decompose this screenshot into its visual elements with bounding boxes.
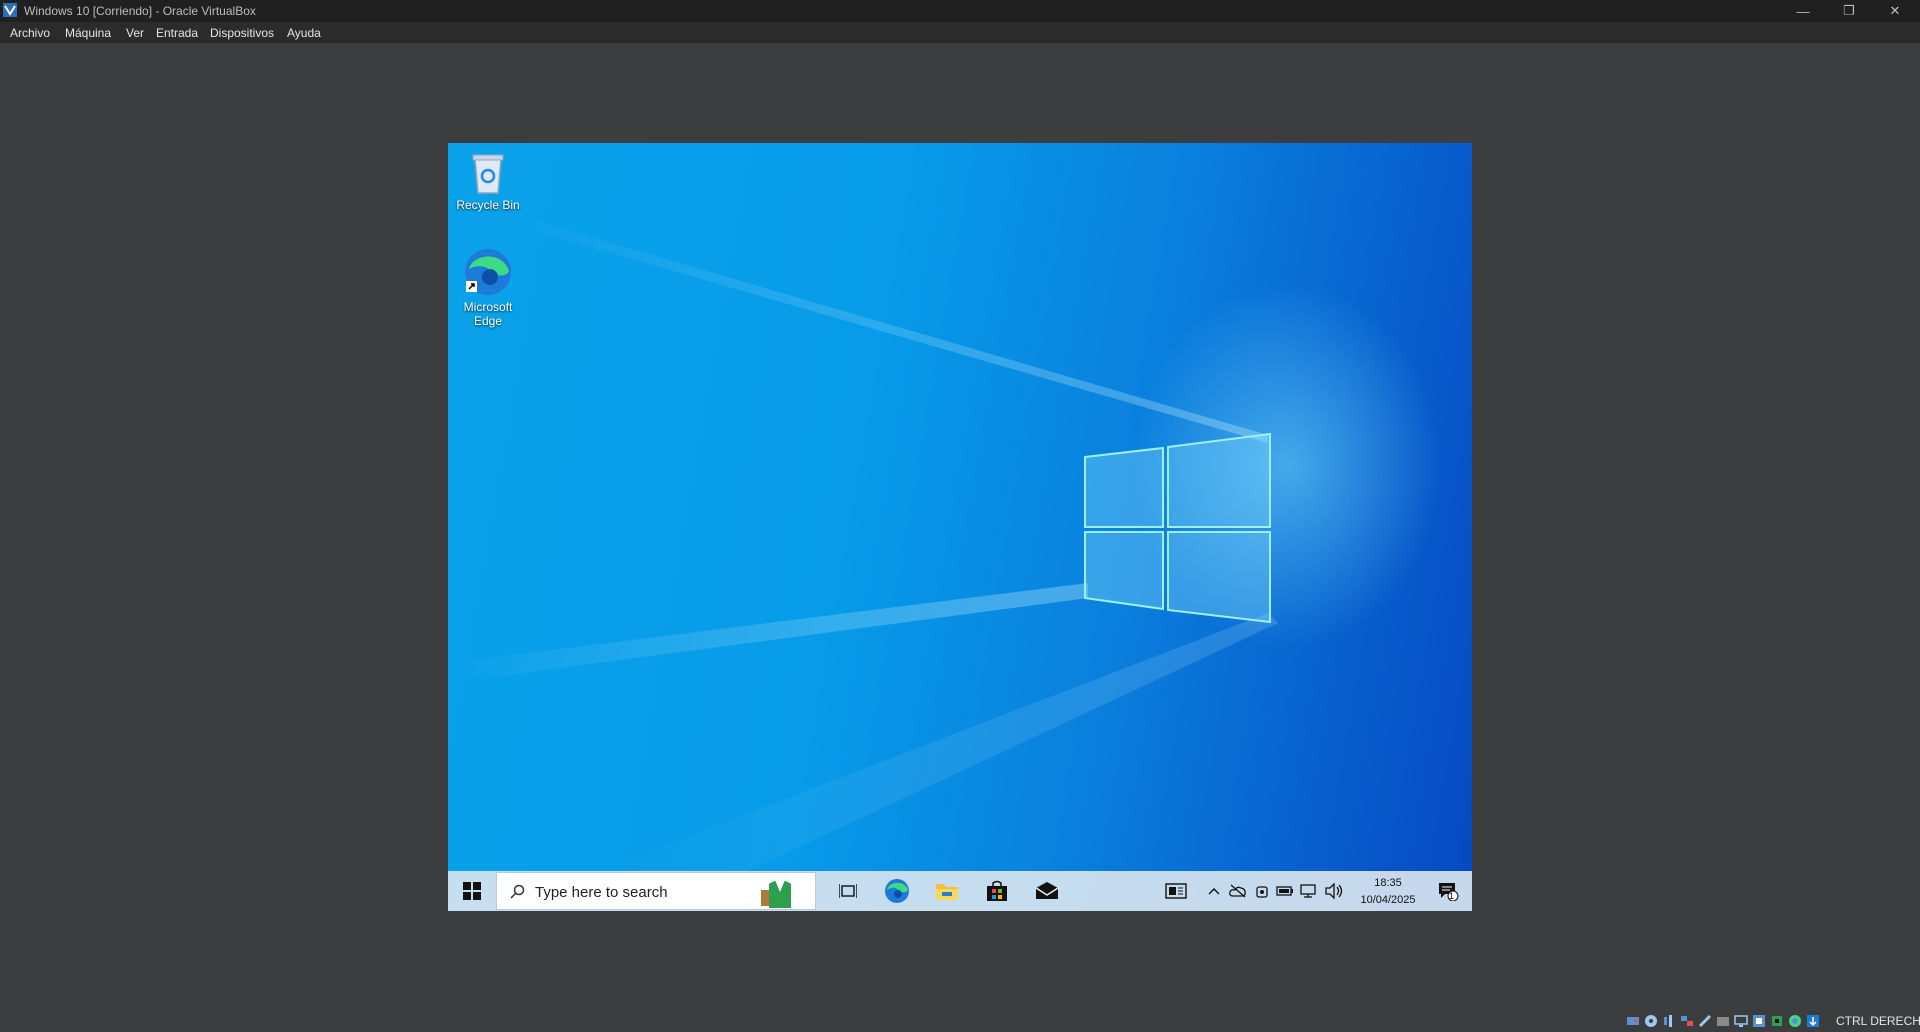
store-icon — [987, 880, 1007, 901]
taskbar-store-button[interactable] — [974, 871, 1020, 911]
audio-icon[interactable] — [1662, 1014, 1676, 1028]
menu-entrada[interactable]: Entrada — [156, 26, 198, 40]
menu-maquina[interactable]: Máquina — [65, 26, 111, 40]
search-input[interactable]: Type here to search — [496, 872, 816, 910]
edge-label-line1: Microsoft — [463, 300, 513, 314]
volume-icon — [1325, 883, 1343, 899]
menu-ver[interactable]: Ver — [126, 26, 144, 40]
notification-icon — [1439, 883, 1459, 901]
guest-additions-icon[interactable] — [1788, 1014, 1802, 1028]
maximize-button[interactable]: ❐ — [1826, 0, 1872, 22]
virtualbox-icon — [3, 3, 17, 17]
show-hidden-icons-button[interactable] — [1204, 871, 1224, 911]
network-adapter-icon[interactable] — [1680, 1014, 1694, 1028]
edge-icon — [465, 249, 511, 295]
news-icon — [1165, 883, 1187, 899]
desktop-icon-edge[interactable]: Microsoft Edge — [448, 247, 528, 328]
network-button[interactable] — [1298, 871, 1320, 911]
usb-icon[interactable] — [1698, 1014, 1712, 1028]
cpu-icon[interactable] — [1770, 1014, 1784, 1028]
meet-now-icon — [1256, 886, 1268, 898]
menu-archivo[interactable]: Archivo — [10, 26, 50, 40]
wallpaper — [448, 213, 1278, 871]
volume-button[interactable] — [1322, 871, 1346, 911]
title-bar: Windows 10 [Corriendo] - Oracle VirtualB… — [0, 0, 1920, 22]
shared-folders-icon[interactable] — [1716, 1014, 1730, 1028]
task-view-button[interactable] — [826, 871, 870, 911]
recycle-bin-icon — [472, 154, 504, 194]
news-button[interactable] — [1158, 871, 1194, 911]
close-button[interactable]: ✕ — [1872, 0, 1918, 22]
edge-icon — [885, 879, 909, 903]
optical-drive-icon[interactable] — [1644, 1014, 1658, 1028]
menu-ayuda[interactable]: Ayuda — [287, 26, 321, 40]
taskbar-file-explorer-button[interactable] — [924, 871, 970, 911]
task-view-icon — [839, 884, 857, 898]
start-button[interactable] — [448, 871, 496, 911]
action-center-button[interactable]: 1 — [1428, 871, 1468, 911]
windows-logo-icon — [1084, 432, 1271, 624]
clock-date: 10/04/2025 — [1360, 894, 1416, 906]
menu-bar: Archivo Máquina Ver Entrada Dispositivos… — [0, 22, 1920, 44]
search-highlight-icon — [761, 880, 791, 908]
host-key-icon[interactable] — [1806, 1014, 1820, 1028]
file-explorer-icon — [936, 884, 958, 900]
menu-divider — [0, 43, 1920, 44]
windows-start-icon — [463, 882, 481, 900]
battery-icon — [1276, 886, 1293, 896]
edge-label-line2: Edge — [473, 314, 503, 328]
hard-disk-icon[interactable] — [1626, 1014, 1640, 1028]
window-title: Windows 10 [Corriendo] - Oracle VirtualB… — [24, 4, 256, 18]
meet-now-button[interactable] — [1252, 871, 1272, 911]
clock[interactable]: 18:35 10/04/2025 — [1348, 875, 1428, 909]
minimize-button[interactable]: — — [1780, 0, 1826, 22]
desktop-icon-recycle-bin[interactable]: Recycle Bin — [448, 151, 528, 212]
mail-icon — [1035, 882, 1059, 899]
taskbar: Type here to search 18:35 10/04/2025 1 — [448, 871, 1472, 911]
clock-time: 18:35 — [1374, 877, 1402, 889]
taskbar-edge-button[interactable] — [874, 871, 920, 911]
recording-icon[interactable] — [1752, 1014, 1766, 1028]
display-icon[interactable] — [1734, 1014, 1748, 1028]
vm-display[interactable]: Recycle Bin Microsoft Edge Type here to … — [448, 143, 1472, 911]
recycle-bin-label: Recycle Bin — [456, 198, 520, 212]
notification-count: 1 — [1449, 891, 1455, 901]
onedrive-icon — [1229, 884, 1246, 898]
search-placeholder: Type here to search — [535, 884, 668, 901]
taskbar-mail-button[interactable] — [1024, 871, 1070, 911]
battery-button[interactable] — [1274, 871, 1296, 911]
host-key-label: CTRL DERECHA — [1836, 1014, 1920, 1028]
chevron-up-icon — [1208, 888, 1220, 895]
menu-dispositivos[interactable]: Dispositivos — [210, 26, 274, 40]
network-icon — [1300, 884, 1316, 898]
search-icon — [510, 884, 525, 899]
onedrive-button[interactable] — [1226, 871, 1250, 911]
